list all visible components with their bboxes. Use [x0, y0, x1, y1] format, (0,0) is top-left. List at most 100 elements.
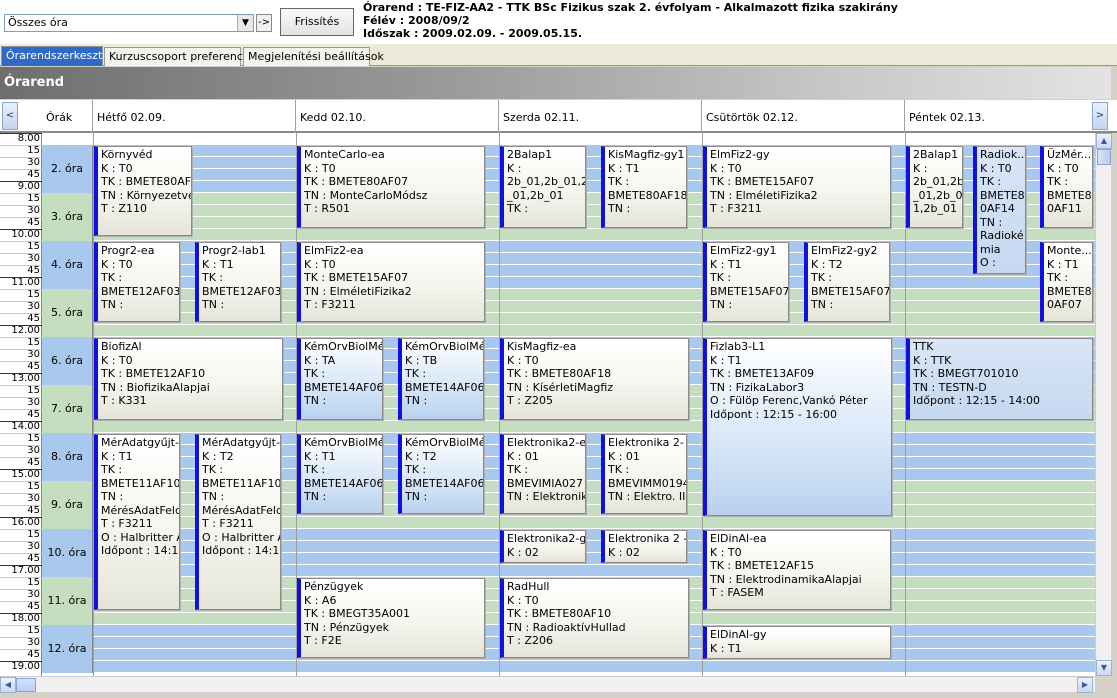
event-detail: K : T0	[1047, 161, 1079, 175]
event-card[interactable]: Elektronika2-ea K : 01 TK : BMEVIMIA027 TN :…	[500, 434, 586, 514]
event-card[interactable]: Progr2-lab1 K : T1 TK : BMETE12AF03 TN :	[195, 242, 281, 322]
refresh-button[interactable]: Frissítés	[280, 8, 354, 36]
tab-course-group-preferences[interactable]: Kurzuscsoport preferenciák	[104, 47, 259, 66]
event-card[interactable]: ElmFiz2-gy K : T0 TK : BMETE15AF07 TN : Elm…	[703, 146, 891, 228]
time-tick: 45	[0, 553, 42, 565]
event-card[interactable]: ElDinAl-ea K : T0 TK : BMETE12AF15 TN : Ele…	[703, 530, 891, 610]
event-detail: TK : BMETE12AF10	[101, 367, 206, 380]
event-detail: T : R501	[304, 202, 351, 215]
event-detail: K : T2	[405, 449, 437, 463]
event-card[interactable]: ElmFiz2-gy1 K : T1 TK : BMETE15AF07 TN :	[703, 242, 789, 322]
event-detail: BMETE12AF03	[202, 284, 281, 298]
tab-display-settings[interactable]: Megjelenítési beállítások	[243, 47, 384, 66]
time-tick: 15	[0, 385, 42, 397]
event-card[interactable]: Fizlab3-L1 K : T1 TK : BMETE13AF09 TN : Fiz…	[703, 338, 892, 516]
event-detail: Időpont : 12:15 - 16:00	[710, 407, 838, 421]
hours-column-header: Órák	[42, 100, 93, 133]
horizontal-scrollbar[interactable]: ◀ ▶	[0, 676, 1095, 693]
event-card[interactable]: 2Balap1 K :2b_01,2b _01,2b_0 1,2b_01	[906, 146, 963, 228]
event-title: ElmFiz2-ea	[304, 244, 364, 257]
day-header-monday: Hétfő 02.09.	[93, 100, 296, 133]
time-tick: 19.00	[0, 661, 42, 673]
event-card[interactable]: ÜzMér... K : T0 TK : BMETE8 0AF11	[1040, 146, 1093, 228]
event-card[interactable]: KémOrvBiolMé...K : T2TK :BMETE14AF06TN :	[398, 434, 484, 514]
next-week-button[interactable]: >	[1092, 102, 1108, 130]
scroll-up-icon[interactable]: ▲	[1096, 133, 1112, 149]
prev-week-button[interactable]: <	[2, 102, 18, 130]
event-detail: BMETE14AF06	[304, 476, 383, 490]
event-detail: TK : BMETE15AF07	[710, 175, 815, 188]
event-card[interactable]: Elektronika 2- ...K : 01TK :BMEVIMM0194T…	[601, 434, 687, 514]
event-title: KémOrvBiolMé...	[405, 436, 483, 449]
scroll-right-icon[interactable]: ▶	[1077, 677, 1093, 693]
class-filter-select[interactable]: Összes óra	[4, 14, 254, 32]
event-title: BiofizAl	[101, 340, 142, 353]
event-card[interactable]: BiofizAl K : T0 TK : BMETE12AF10 TN : Biofi…	[94, 338, 283, 420]
event-detail: TN : ElméletiFizika2	[304, 284, 412, 298]
event-title: 2Balap1	[913, 148, 959, 161]
event-detail: BMEVIMM0194	[608, 476, 687, 490]
event-title: ÜzMér...	[1047, 148, 1092, 161]
event-detail: Időpont : 14:15 - 18:00	[101, 544, 179, 557]
go-button[interactable]: ->	[256, 14, 272, 32]
event-detail: K :	[913, 161, 928, 175]
day-header-tuesday: Kedd 02.10.	[296, 100, 499, 133]
event-detail: K : T2	[811, 257, 843, 271]
event-card[interactable]: Monte... K : T1 TK : BMETE8 0AF07	[1040, 242, 1093, 322]
event-card[interactable]: Elektronika2-gy K : 02	[500, 530, 586, 563]
event-detail: TN :	[101, 490, 124, 503]
event-detail: TK :	[405, 463, 427, 476]
event-title: RadHull	[507, 580, 550, 593]
event-card[interactable]: 2Balap1K :2b_01,2b_01,2b_01,2b_01TK :	[500, 146, 586, 228]
event-card[interactable]: MérAdatgyűjt-...K : T1TK :BMETE11AF10TN …	[94, 434, 180, 610]
event-detail: K : TTK	[913, 353, 952, 367]
event-detail: BMETE8	[980, 188, 1025, 202]
toolbar: Összes óra ▼ -> Frissítés Órarend : TE-F…	[0, 0, 1117, 44]
day-header-friday: Péntek 02.13.	[909, 111, 985, 124]
event-card[interactable]: Pénzügyek K : A6 TK : BMEGT35A001 TN : Pénz…	[297, 578, 485, 658]
event-detail: TN : ElméletiFizika2	[710, 188, 818, 202]
time-tick: 30	[0, 637, 42, 649]
event-detail: T : Z206	[507, 634, 553, 647]
time-tick: 45	[0, 217, 42, 229]
event-card[interactable]: KémOrvBiolMé...K : T1TK :BMETE14AF06TN :	[297, 434, 383, 514]
event-detail: TN :	[405, 490, 428, 503]
event-card[interactable]: KisMagfiz-ea K : T0 TK : BMETE80AF18 TN : K…	[500, 338, 689, 420]
event-detail: BMETE11AF10	[202, 476, 281, 490]
event-detail: T : F3211	[710, 202, 762, 215]
scroll-thumb[interactable]	[16, 678, 36, 692]
period-label: 8. óra	[42, 433, 93, 481]
event-card[interactable]: KörnyvédK : T0TK : BMETE80AF04TN : Körny…	[94, 146, 192, 236]
event-detail: BMEVIMIA027	[507, 476, 584, 490]
event-card[interactable]: Radiok... K : T0 TK : BMETE8 0AF14 TN : Radiok…	[973, 146, 1026, 274]
event-card[interactable]: ElmFiz2-gy2 K : T2 TK : BMETE15AF07 TN :	[804, 242, 890, 322]
event-detail: BMETE15AF07	[710, 284, 789, 298]
event-title: Radiok...	[980, 148, 1026, 161]
chevron-down-icon[interactable]: ▼	[237, 15, 253, 31]
event-card[interactable]: Progr2-ea K : T0 TK : BMETE12AF03 TN :	[94, 242, 180, 322]
event-card[interactable]: KémOrvBiolMé...K : TBTK :BMETE14AF06TN :	[398, 338, 484, 420]
vertical-scrollbar[interactable]: ▲ ▼	[1095, 133, 1112, 676]
event-detail: T : Z110	[101, 202, 147, 215]
time-tick: 15	[0, 289, 42, 301]
event-card[interactable]: KémOrvBiolMé...K : TATK :BMETE14AF06TN :	[297, 338, 383, 420]
event-card[interactable]: MonteCarlo-ea K : T0 TK : BMETE80AF07 TN : …	[297, 146, 485, 228]
event-detail: TN :	[608, 202, 631, 215]
tab-timetable-editor[interactable]: Órarendszerkeszto	[1, 46, 109, 66]
event-card[interactable]: RadHull K : T0 TK : BMETE80AF10 TN : Radioa…	[500, 578, 689, 658]
event-detail: Időpont : 14:15 - 18:00	[202, 544, 280, 557]
event-detail: BMETE80AF18	[608, 188, 687, 202]
event-detail: TN :	[811, 298, 834, 311]
event-card[interactable]: ElDinAl-gy K : T1	[703, 626, 891, 659]
event-card[interactable]: ElmFiz2-ea K : T0 TK : BMETE15AF07 TN : Elm…	[297, 242, 485, 322]
scroll-thumb[interactable]	[1097, 149, 1111, 165]
event-card[interactable]: Elektronika 2 -...K : 02	[601, 530, 687, 563]
event-card[interactable]: TTK K : TTK TK : BMEGT701010 TN : TESTN-D Id…	[906, 338, 1093, 420]
event-card[interactable]: KisMagfiz-gy1 K : T1 TK : BMETE80AF18 TN :	[601, 146, 687, 228]
scroll-left-icon[interactable]: ◀	[0, 677, 16, 693]
event-detail: TN :	[101, 298, 124, 311]
event-detail: TN : KísérletiMagfiz	[507, 380, 614, 394]
event-title: KémOrvBiolMé...	[405, 340, 483, 353]
event-card[interactable]: MérAdatgyűjt-...K : T2TK :BMETE11AF10TN …	[195, 434, 281, 610]
scroll-down-icon[interactable]: ▼	[1096, 660, 1112, 676]
